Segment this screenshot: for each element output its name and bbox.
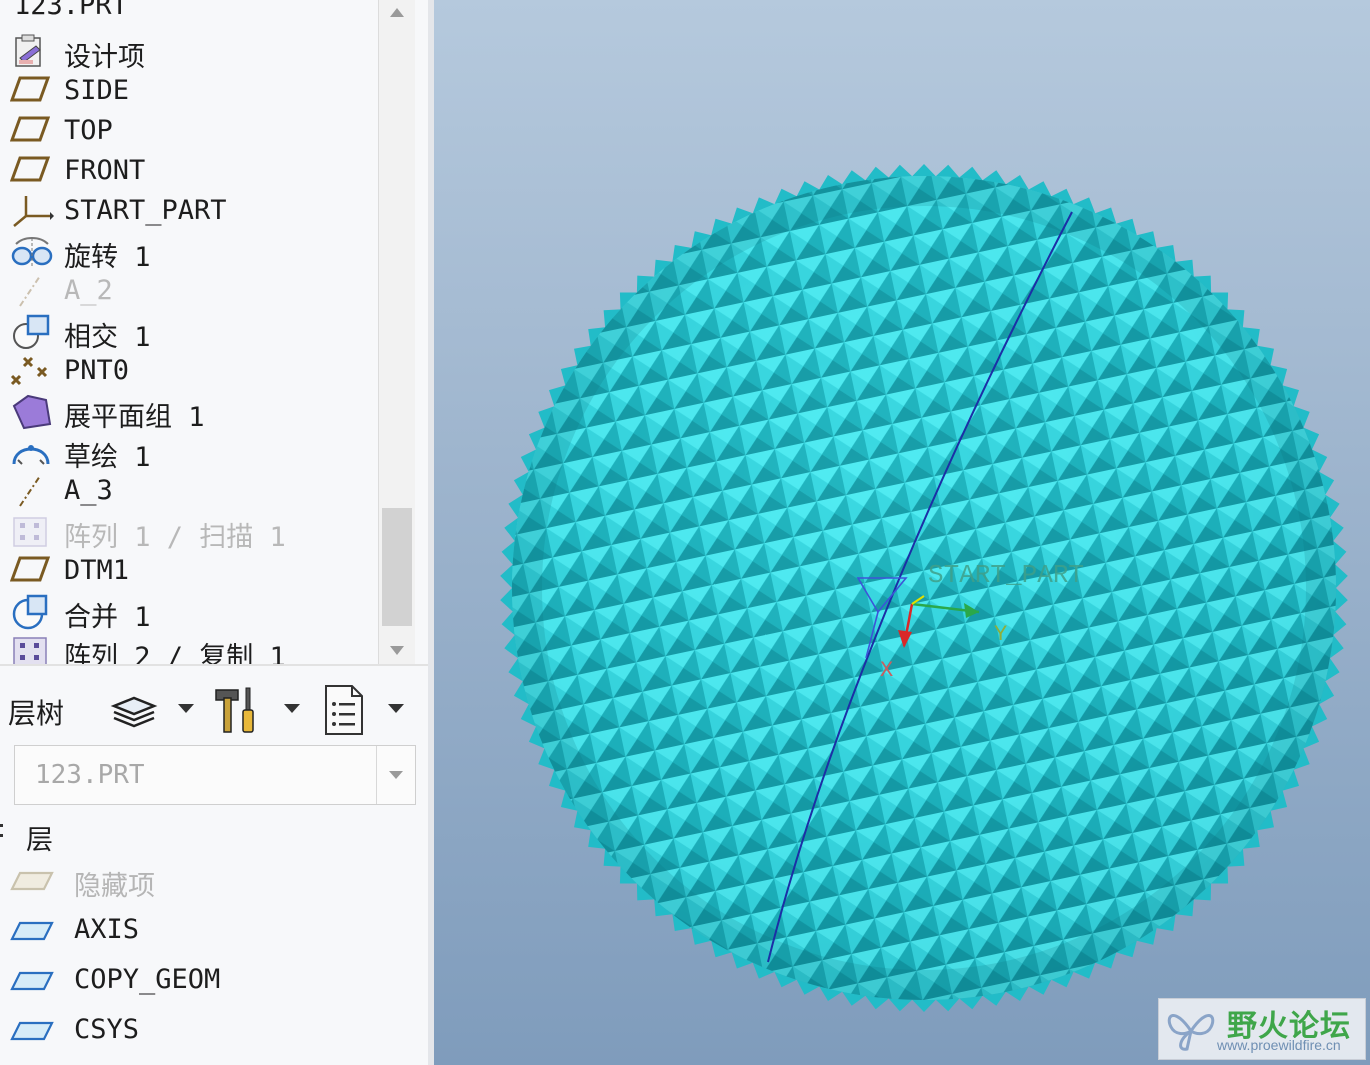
- watermark-url: www.proewildfire.cn: [1217, 1037, 1341, 1053]
- y-axis-label: Y: [994, 622, 1007, 647]
- layer-tools-button[interactable]: [214, 684, 258, 734]
- layer-icon: [10, 1020, 54, 1042]
- x-axis-label: X: [880, 658, 893, 683]
- tree-item[interactable]: 展平面组 1: [0, 390, 378, 433]
- layer-item[interactable]: AXIS: [0, 906, 428, 954]
- scroll-thumb[interactable]: [382, 508, 412, 626]
- tree-item-label: TOP: [64, 115, 113, 146]
- layers-icon: [110, 696, 158, 728]
- tree-item-label: START_PART: [64, 195, 227, 226]
- tree-item[interactable]: 阵列 1 / 扫描 1: [0, 510, 378, 553]
- design-items-icon: [10, 34, 50, 67]
- layer-header-label: 层: [26, 825, 53, 856]
- intersect-icon: [10, 314, 50, 349]
- datum-plane-icon: [9, 74, 51, 106]
- tree-item-label: 合并 1: [64, 602, 151, 633]
- tree-item[interactable]: SIDE: [0, 70, 378, 110]
- layer-icon: [10, 920, 54, 942]
- csys-label: START_PART: [928, 560, 1084, 590]
- tree-dot-icon: [0, 824, 3, 827]
- layer-item[interactable]: CSYS: [0, 1006, 428, 1054]
- tree-item-label: PNT0: [64, 355, 130, 386]
- layer-icon: [10, 970, 54, 992]
- tree-item[interactable]: 设计项: [0, 30, 378, 73]
- tree-item[interactable]: A_2: [0, 270, 378, 310]
- scroll-up-button[interactable]: [379, 0, 415, 28]
- settings-dropdown-icon[interactable]: [388, 704, 404, 713]
- layer-item-label: CSYS: [74, 1014, 140, 1045]
- chevron-down-icon: [389, 771, 403, 779]
- tree-item-label: 草绘 1: [64, 442, 151, 473]
- layers-button[interactable]: [108, 684, 158, 734]
- revolve-icon: [10, 234, 53, 266]
- forum-watermark: 野火论坛 www.proewildfire.cn: [1158, 998, 1366, 1060]
- graphics-viewport[interactable]: START_PART Y X 野火论坛 www.proewildfire.cn: [434, 0, 1370, 1065]
- model-tree: 123.PRT 设计项 SIDE TOP FRONT START_PART 旋转 1 A_2…: [0, 0, 378, 664]
- layer-icon: [10, 870, 54, 892]
- tree-item[interactable]: TOP: [0, 110, 378, 150]
- sketch-icon: [10, 434, 50, 466]
- left-panel: 123.PRT 设计项 SIDE TOP FRONT START_PART 旋转 1 A_2…: [0, 0, 428, 1065]
- layer-model-select[interactable]: 123.PRT: [14, 745, 416, 805]
- sphere-model[interactable]: START_PART Y X: [434, 0, 1370, 1065]
- pattern-icon: [10, 634, 50, 664]
- butterfly-logo-icon: [1167, 1014, 1215, 1051]
- tree-item[interactable]: 草绘 1: [0, 430, 378, 473]
- layer-item-label: COPY_GEOM: [74, 964, 221, 995]
- coordinate-system-icon: [10, 194, 54, 227]
- layer-item-label: 隐藏项: [74, 871, 155, 902]
- datum-axis-icon: [10, 274, 50, 307]
- tree-item-label: 设计项: [64, 42, 145, 73]
- datum-plane-icon: [9, 554, 51, 586]
- tree-item[interactable]: 合并 1: [0, 590, 378, 633]
- tree-item[interactable]: PNT0: [0, 350, 378, 390]
- tree-item-label: 阵列 1 / 扫描 1: [64, 522, 286, 553]
- model-tree-scrollbar[interactable]: [378, 0, 415, 664]
- layer-item[interactable]: COPY_GEOM: [0, 956, 428, 1004]
- settings-list-icon: [325, 685, 363, 735]
- tree-item-label: DTM1: [64, 555, 130, 586]
- tree-item[interactable]: DTM1: [0, 550, 378, 590]
- layer-model-select-value: 123.PRT: [35, 760, 145, 790]
- tree-item-label: A_2: [64, 275, 113, 306]
- chevron-up-icon: [390, 8, 404, 17]
- layer-item-label: AXIS: [74, 914, 140, 945]
- tree-item[interactable]: START_PART: [0, 190, 378, 230]
- datum-plane-icon: [9, 114, 51, 146]
- tree-item[interactable]: 相交 1: [0, 310, 378, 353]
- tree-item-label: 旋转 1: [64, 242, 151, 273]
- tree-dot-icon: [0, 834, 3, 837]
- panel-divider: [0, 664, 428, 666]
- layer-header-row[interactable]: 层: [0, 810, 428, 858]
- layer-settings-button[interactable]: [322, 684, 366, 735]
- flatten-quilt-icon: [10, 394, 52, 430]
- tree-item[interactable]: 旋转 1: [0, 230, 378, 273]
- layer-item[interactable]: 隐藏项: [0, 856, 428, 904]
- datum-point-icon: [10, 354, 50, 386]
- tree-item-label: FRONT: [64, 155, 146, 186]
- pattern-icon: [10, 514, 50, 547]
- tools-dropdown-icon[interactable]: [284, 704, 300, 713]
- hammer-screwdriver-icon: [215, 687, 254, 733]
- pyramid-texture: [512, 176, 1336, 1000]
- layer-tree-title: 层树: [8, 697, 65, 730]
- layers-dropdown-icon[interactable]: [178, 704, 194, 713]
- datum-axis-icon: [10, 474, 50, 507]
- tree-item[interactable]: 阵列 2 / 复制 1: [0, 630, 378, 664]
- tree-item[interactable]: FRONT: [0, 150, 378, 190]
- tree-item-label: SIDE: [64, 75, 130, 106]
- combo-arrow-button[interactable]: [376, 746, 415, 804]
- chevron-down-icon: [390, 646, 404, 655]
- merge-icon: [10, 594, 50, 630]
- tree-item-label: 展平面组 1: [64, 402, 205, 433]
- datum-plane-icon: [9, 154, 51, 186]
- tree-item-label: A_3: [64, 475, 113, 506]
- scroll-down-button[interactable]: [379, 636, 415, 664]
- tree-root-label[interactable]: 123.PRT: [14, 0, 128, 21]
- tree-item-label: 相交 1: [64, 322, 151, 353]
- tree-item-label: 阵列 2 / 复制 1: [64, 642, 286, 664]
- tree-item[interactable]: A_3: [0, 470, 378, 510]
